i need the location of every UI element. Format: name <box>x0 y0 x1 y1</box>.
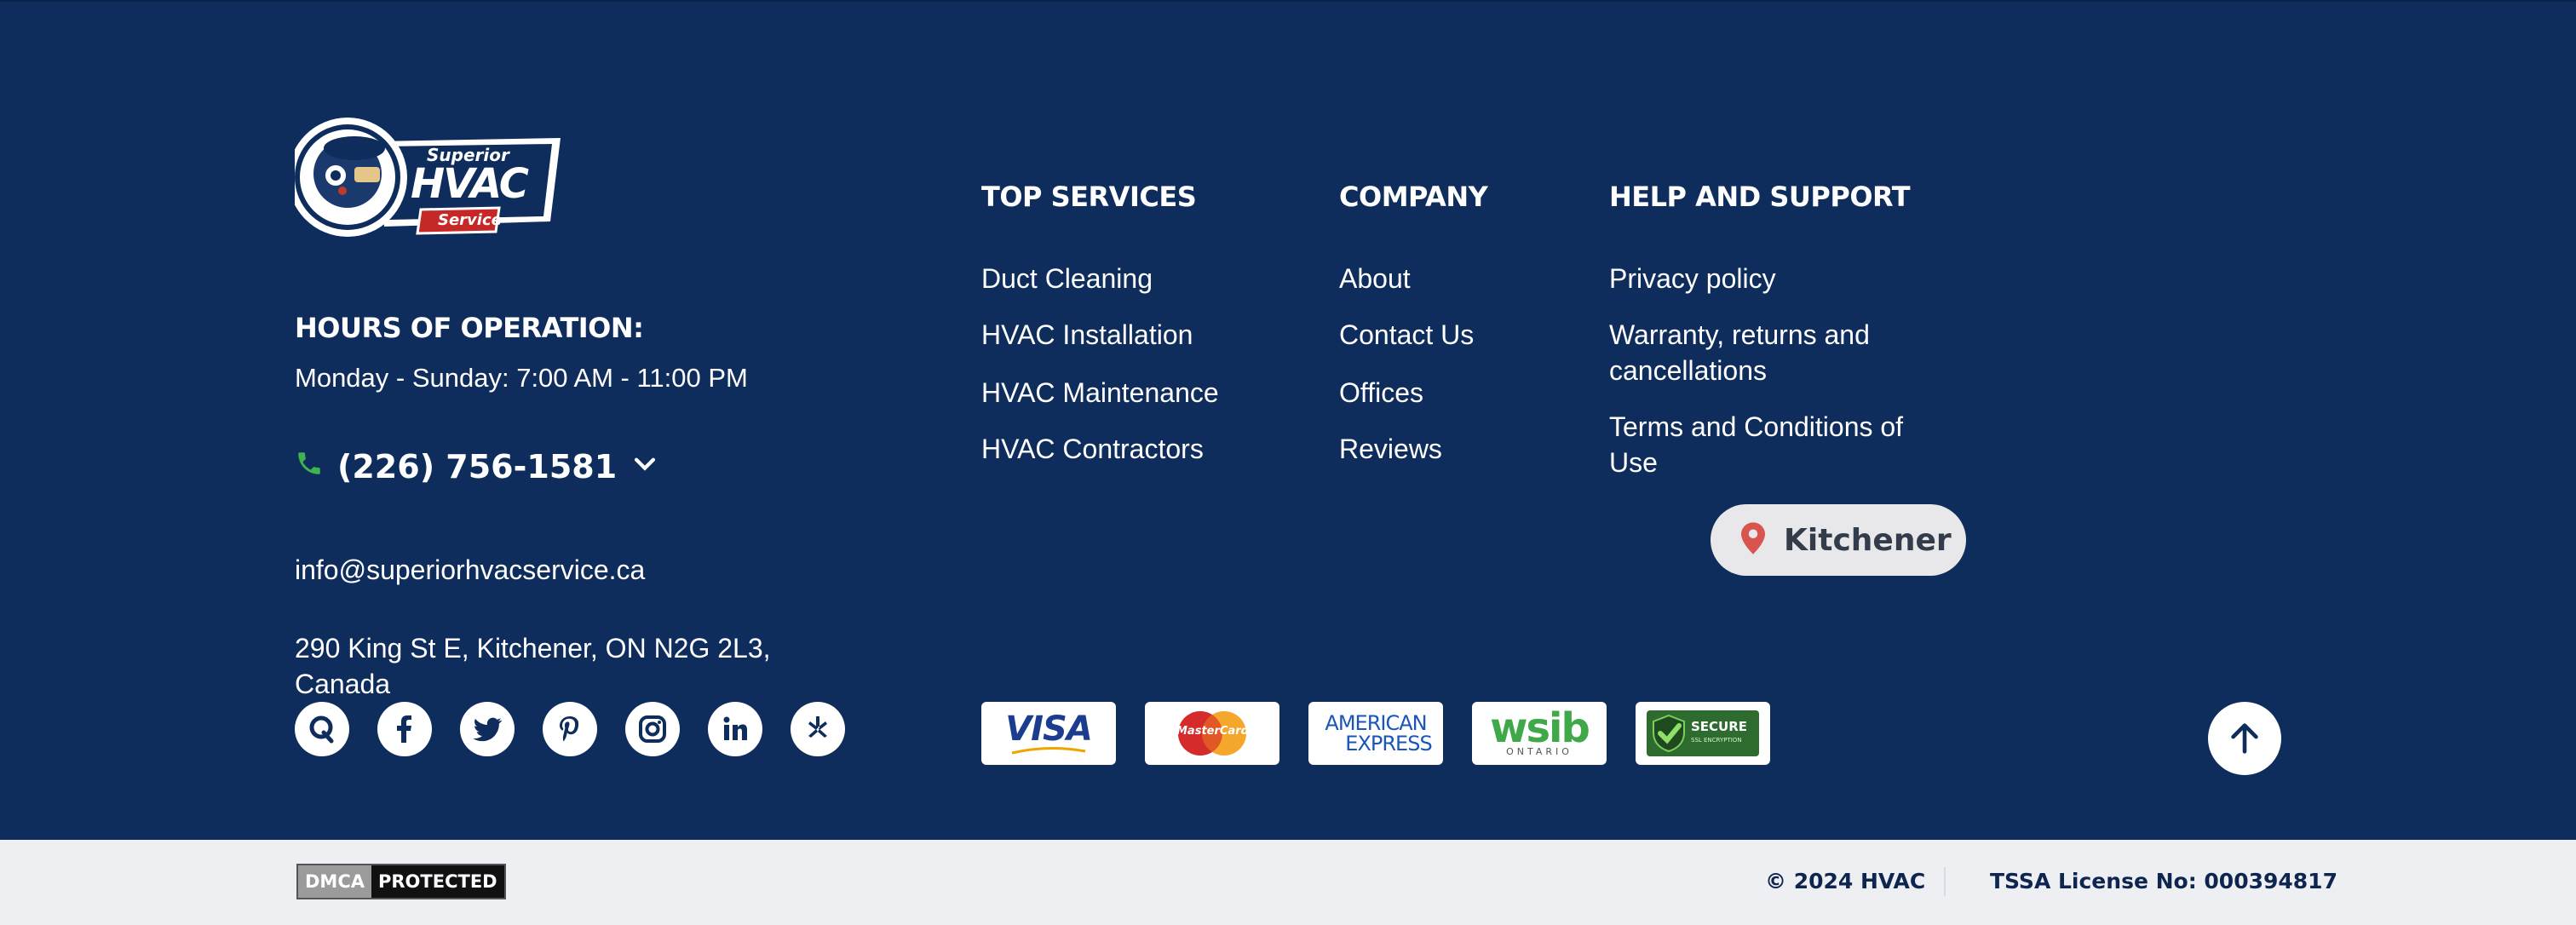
social-icons <box>295 702 845 756</box>
secure-text: SECURE <box>1691 719 1748 734</box>
logo-service-text: Service <box>438 211 502 229</box>
phone-dropdown[interactable]: (226) 756-1581 <box>295 448 659 485</box>
location-selector[interactable]: Kitchener <box>1711 504 1966 576</box>
mastercard-badge: MasterCard <box>1145 702 1279 765</box>
dmca-badge[interactable]: DMCA PROTECTED <box>296 864 506 899</box>
wsib-ontario-text: ONTARIO <box>1506 746 1573 757</box>
visa-text: VISA <box>1005 710 1093 749</box>
top-services-heading: TOP SERVICES <box>981 181 1197 213</box>
address-line-1: 290 King St E, Kitchener, ON N2G 2L3, <box>295 633 771 664</box>
help-support-heading: HELP AND SUPPORT <box>1609 181 1911 213</box>
yelp-icon[interactable] <box>791 702 845 756</box>
link-terms[interactable]: Terms and Conditions of Use <box>1609 409 1941 480</box>
copyright-text: © 2024 HVAC <box>1765 869 1926 893</box>
checkmark-shield-icon <box>1653 714 1685 753</box>
footer-bottom-bar: DMCA PROTECTED © 2024 HVAC TSSA License … <box>0 840 2576 925</box>
linkedin-icon[interactable] <box>708 702 762 756</box>
location-pin-icon <box>1741 521 1765 559</box>
bottom-divider <box>1944 867 1946 896</box>
link-offices[interactable]: Offices <box>1339 375 1423 411</box>
chevron-down-icon[interactable] <box>630 448 659 485</box>
dmca-right-text: PROTECTED <box>371 865 504 898</box>
pinterest-icon[interactable] <box>543 702 597 756</box>
wsib-text: wsib <box>1490 704 1590 752</box>
logo-hvac-text: HVAC <box>411 160 529 208</box>
phone-icon <box>295 448 324 485</box>
link-hvac-maintenance[interactable]: HVAC Maintenance <box>981 375 1219 411</box>
license-text: TSSA License No: 000394817 <box>1990 869 2337 893</box>
instagram-icon[interactable] <box>625 702 680 756</box>
twitter-icon[interactable] <box>460 702 515 756</box>
dmca-left-text: DMCA <box>298 865 371 898</box>
secure-ssl-badge: SECURE SSL ENCRYPTION <box>1636 702 1770 765</box>
arrow-up-icon <box>2231 723 2258 754</box>
phone-number[interactable]: (226) 756-1581 <box>337 448 617 485</box>
link-hvac-installation[interactable]: HVAC Installation <box>981 317 1193 353</box>
back-to-top-button[interactable] <box>2208 702 2281 775</box>
footer-main: Superior HVAC Service HOURS OF OPERATION… <box>0 0 2576 840</box>
link-warranty[interactable]: Warranty, returns and cancellations <box>1609 317 1899 388</box>
location-label: Kitchener <box>1784 522 1952 558</box>
link-about[interactable]: About <box>1339 261 1411 296</box>
link-reviews[interactable]: Reviews <box>1339 431 1442 467</box>
hours-title: HOURS OF OPERATION: <box>295 312 644 344</box>
hours-text: Monday - Sunday: 7:00 AM - 11:00 PM <box>295 363 748 393</box>
company-heading: COMPANY <box>1339 181 1488 213</box>
mastercard-text: MasterCard <box>1176 725 1249 738</box>
link-hvac-contractors[interactable]: HVAC Contractors <box>981 431 1204 467</box>
payment-badges: VISA MasterCard AMERICAN EXPRESS wsib ON… <box>981 702 1770 765</box>
wsib-badge: wsib ONTARIO <box>1472 702 1607 765</box>
address-line-2: Canada <box>295 669 391 699</box>
quora-icon[interactable] <box>295 702 349 756</box>
ssl-encryption-text: SSL ENCRYPTION <box>1691 737 1742 744</box>
amex-line-1: AMERICAN <box>1325 711 1427 735</box>
link-duct-cleaning[interactable]: Duct Cleaning <box>981 261 1153 296</box>
email-link[interactable]: info@superiorhvacservice.ca <box>295 552 645 588</box>
link-contact-us[interactable]: Contact Us <box>1339 317 1474 353</box>
facebook-icon[interactable] <box>377 702 432 756</box>
amex-badge: AMERICAN EXPRESS <box>1308 702 1443 765</box>
link-privacy-policy[interactable]: Privacy policy <box>1609 261 1776 296</box>
amex-line-2: EXPRESS <box>1345 732 1432 756</box>
superior-hvac-logo[interactable]: Superior HVAC Service <box>288 116 561 242</box>
visa-badge: VISA <box>981 702 1116 765</box>
